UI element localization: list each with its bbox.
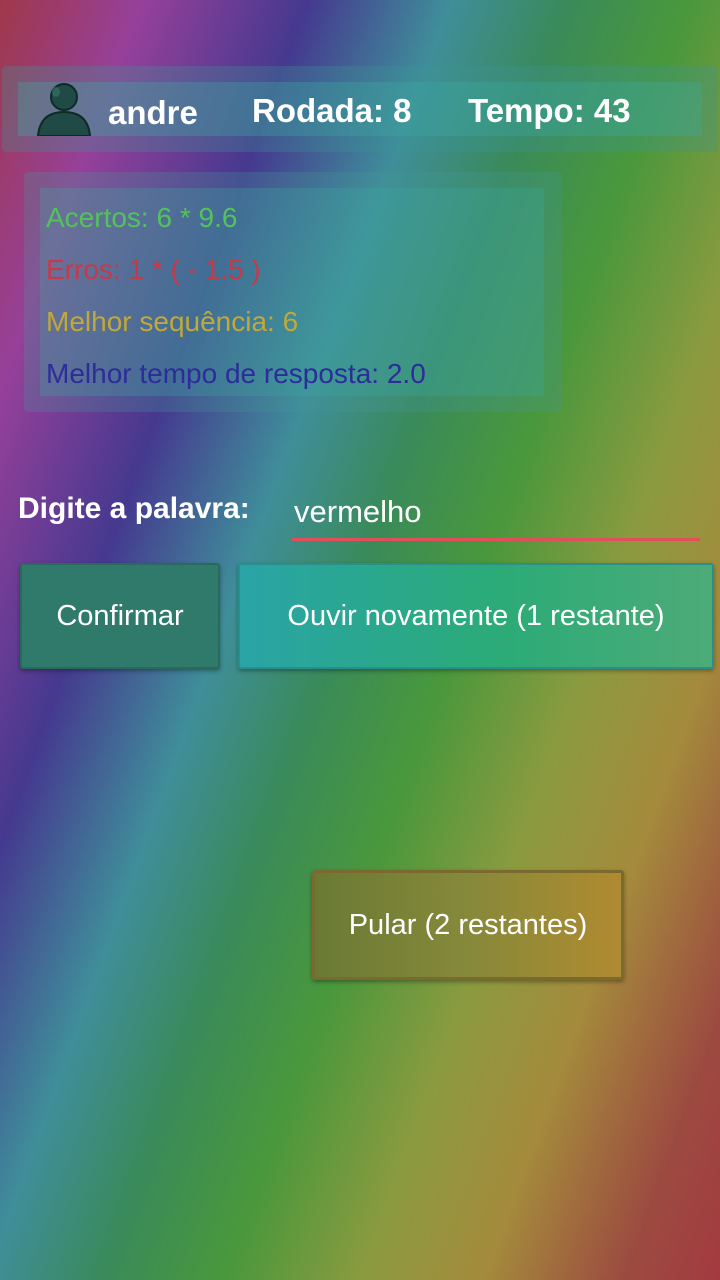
best-streak-stat: Melhor sequência: 6 [46, 306, 299, 337]
username: andre [108, 94, 198, 131]
stats-panel: Acertos: 6 * 9.6 Erros: 1 * ( - 1.5 ) Me… [24, 172, 562, 412]
skip-button[interactable]: Pular (2 restantes) [312, 870, 624, 980]
user-icon [36, 82, 92, 137]
confirm-button[interactable]: Confirmar [20, 563, 220, 669]
best-response-time-stat: Melhor tempo de resposta: 2.0 [46, 358, 426, 389]
stats-panel-inner: Acertos: 6 * 9.6 Erros: 1 * ( - 1.5 ) Me… [40, 188, 544, 396]
replay-button[interactable]: Ouvir novamente (1 restante) [238, 563, 714, 669]
errors-stat: Erros: 1 * ( - 1.5 ) [46, 254, 261, 285]
correct-stat: Acertos: 6 * 9.6 [46, 202, 238, 233]
word-prompt-label: Digite a palavra: [18, 492, 250, 525]
word-input[interactable] [292, 486, 700, 541]
header-bar: andre Rodada: 8 Tempo: 43 [2, 66, 718, 152]
header-inner: andre Rodada: 8 Tempo: 43 [18, 82, 702, 137]
timer: Tempo: 43 [468, 92, 631, 129]
round-counter: Rodada: 8 [252, 92, 412, 129]
